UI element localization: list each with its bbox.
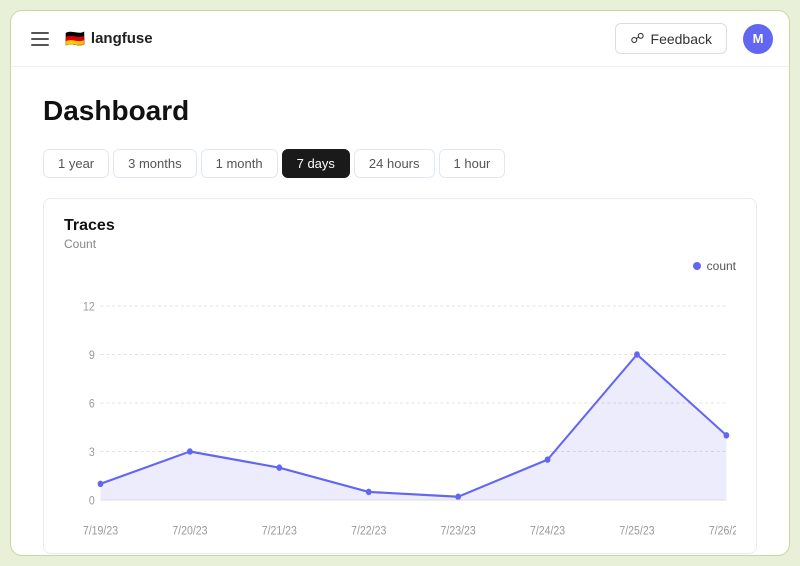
chart-svg-container: 0 3 6 9 12 7/19/23 7/20/23 7/21/23 7/22/23 7… bbox=[64, 279, 736, 539]
svg-text:7/26/23: 7/26/23 bbox=[709, 525, 736, 538]
header: 🇩🇪 langfuse ☍ Feedback M bbox=[11, 11, 789, 67]
svg-text:12: 12 bbox=[83, 301, 95, 314]
time-range-tabs: 1 year3 months1 month7 days24 hours1 hou… bbox=[43, 149, 757, 178]
svg-text:7/21/23: 7/21/23 bbox=[262, 525, 297, 538]
feedback-button[interactable]: ☍ Feedback bbox=[615, 23, 727, 54]
tab-24h[interactable]: 24 hours bbox=[354, 149, 435, 178]
chart-area: count 0 3 6 9 12 7 bbox=[64, 259, 736, 539]
avatar[interactable]: M bbox=[743, 24, 773, 54]
svg-text:7/19/23: 7/19/23 bbox=[83, 525, 118, 538]
svg-text:7/25/23: 7/25/23 bbox=[619, 525, 654, 538]
svg-text:6: 6 bbox=[89, 398, 95, 411]
feedback-label: Feedback bbox=[651, 31, 712, 47]
chart-legend: count bbox=[693, 259, 736, 273]
svg-text:7/23/23: 7/23/23 bbox=[441, 525, 476, 538]
svg-text:0: 0 bbox=[89, 495, 95, 508]
tab-1h[interactable]: 1 hour bbox=[439, 149, 506, 178]
traces-chart-section: Traces Count count 0 3 6 9 bbox=[43, 198, 757, 554]
svg-text:7/24/23: 7/24/23 bbox=[530, 525, 565, 538]
header-left: 🇩🇪 langfuse bbox=[27, 28, 153, 50]
menu-button[interactable] bbox=[27, 28, 53, 50]
tab-1m[interactable]: 1 month bbox=[201, 149, 278, 178]
svg-text:3: 3 bbox=[89, 446, 95, 459]
chart-subtitle: Count bbox=[64, 237, 736, 251]
page-title: Dashboard bbox=[43, 95, 757, 127]
logo-flag-icon: 🇩🇪 bbox=[65, 29, 85, 49]
chart-title: Traces bbox=[64, 217, 736, 235]
legend-label: count bbox=[707, 259, 736, 273]
app-window: 🇩🇪 langfuse ☍ Feedback M Dashboard 1 yea… bbox=[10, 10, 790, 556]
tab-1y[interactable]: 1 year bbox=[43, 149, 109, 178]
legend-dot-icon bbox=[693, 262, 701, 270]
tab-3m[interactable]: 3 months bbox=[113, 149, 196, 178]
tab-7d[interactable]: 7 days bbox=[282, 149, 350, 178]
chart-header: Traces Count bbox=[64, 217, 736, 251]
logo-area: 🇩🇪 langfuse bbox=[65, 29, 153, 49]
header-right: ☍ Feedback M bbox=[615, 23, 773, 54]
svg-text:9: 9 bbox=[89, 349, 95, 362]
feedback-icon: ☍ bbox=[630, 30, 644, 47]
svg-text:7/20/23: 7/20/23 bbox=[172, 525, 207, 538]
svg-text:7/22/23: 7/22/23 bbox=[351, 525, 386, 538]
main-content: Dashboard 1 year3 months1 month7 days24 … bbox=[11, 67, 789, 555]
app-name: langfuse bbox=[91, 30, 153, 47]
